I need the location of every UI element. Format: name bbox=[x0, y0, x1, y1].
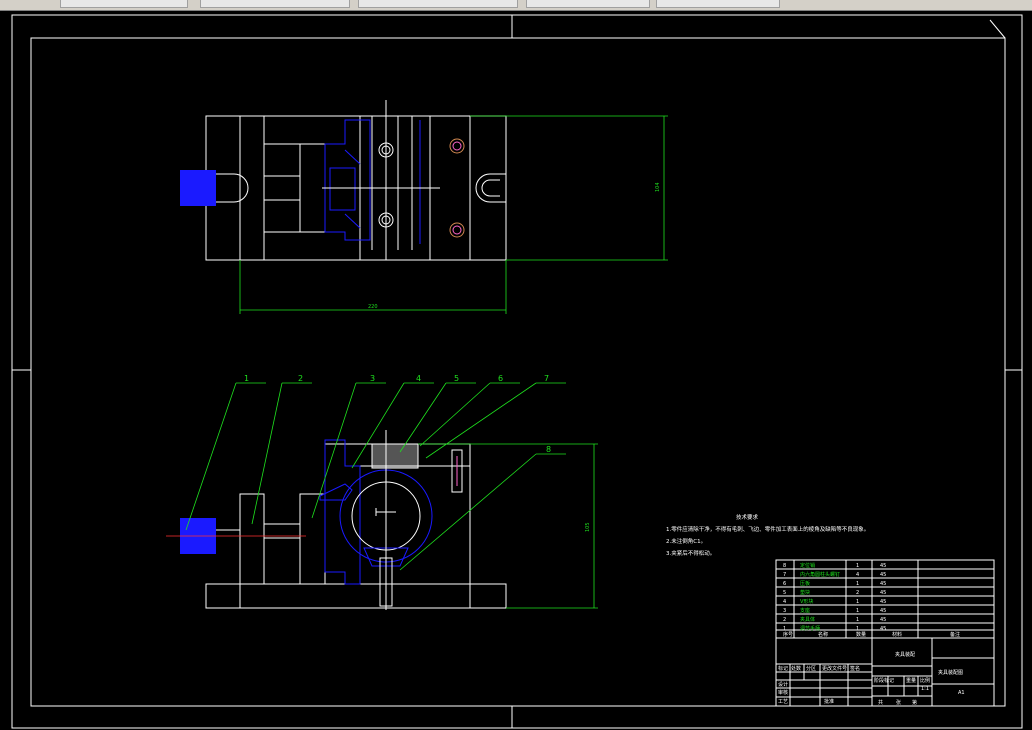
svg-text:第: 第 bbox=[912, 699, 917, 706]
balloon-5: 5 bbox=[454, 374, 459, 383]
bom-cell: 45 bbox=[880, 581, 886, 587]
bom-cell: 1 bbox=[856, 608, 859, 614]
svg-text:工艺: 工艺 bbox=[778, 699, 788, 705]
bom-header-cell: 数量 bbox=[856, 631, 866, 638]
balloon-3: 3 bbox=[370, 374, 375, 383]
bom-cell: 45 bbox=[880, 608, 886, 614]
bom-header-cell: 材料 bbox=[892, 631, 902, 638]
bom-cell: V形块 bbox=[800, 598, 813, 605]
bom-cell: 压板 bbox=[800, 580, 810, 587]
bom-cell: 4 bbox=[856, 572, 859, 578]
sheet-size: A1 bbox=[958, 690, 965, 696]
bom-cell: 45 bbox=[880, 617, 886, 623]
bom-cell: 2 bbox=[783, 617, 786, 623]
svg-text:审核: 审核 bbox=[778, 689, 788, 696]
balloon-7: 7 bbox=[544, 374, 549, 383]
outer-frame bbox=[11, 14, 1023, 729]
balloon-4: 4 bbox=[416, 374, 421, 383]
svg-text:批准: 批准 bbox=[824, 698, 834, 705]
svg-text:2.未注倒角C1。: 2.未注倒角C1。 bbox=[666, 537, 706, 545]
svg-text:设计: 设计 bbox=[778, 681, 788, 688]
bom-cell: 4 bbox=[783, 599, 786, 605]
bom-cell: 定位销 bbox=[800, 562, 815, 569]
svg-text:更改文件号: 更改文件号 bbox=[822, 665, 847, 672]
tab-3[interactable] bbox=[358, 0, 518, 8]
svg-text:分区: 分区 bbox=[806, 665, 816, 672]
svg-text:标记: 标记 bbox=[778, 665, 788, 672]
tab-2[interactable] bbox=[200, 0, 350, 8]
bom-cell: 45 bbox=[880, 590, 886, 596]
cad-drawing-canvas[interactable]: 220 104 105 1 2 3 4 5 6 7 8 技术要求 1.零件应清除… bbox=[0, 10, 1032, 730]
front-view bbox=[166, 382, 598, 610]
bom-cell: 1 bbox=[856, 599, 859, 605]
corner-mark bbox=[989, 19, 1006, 39]
bom-cell: 调节手柄 bbox=[800, 625, 820, 632]
dim-height: 104 bbox=[655, 182, 661, 192]
dim-width: 220 bbox=[368, 304, 378, 310]
dim-front-height: 105 bbox=[585, 522, 591, 532]
svg-text:重量: 重量 bbox=[906, 677, 916, 684]
bom-cell: 3 bbox=[783, 608, 786, 614]
tab-4[interactable] bbox=[526, 0, 650, 8]
svg-text:阶段标记: 阶段标记 bbox=[874, 677, 894, 684]
bom-cell: 6 bbox=[783, 581, 786, 587]
svg-text:1.零件应清除干净，不得有毛刺、飞边、零件加工表面上的棱角及: 1.零件应清除干净，不得有毛刺、飞边、零件加工表面上的棱角及缺陷等不良现象。 bbox=[666, 525, 869, 533]
balloon-1: 1 bbox=[244, 374, 249, 383]
bom-cell: 45 bbox=[880, 599, 886, 605]
bom-header-cell: 备注 bbox=[950, 631, 960, 638]
svg-text:3.夹紧后不得松动。: 3.夹紧后不得松动。 bbox=[666, 549, 715, 557]
svg-text:张: 张 bbox=[896, 699, 901, 706]
handle-knob-icon bbox=[180, 170, 216, 206]
inner-frame bbox=[30, 37, 1006, 707]
bom-cell: 1 bbox=[856, 581, 859, 587]
technical-notes: 技术要求 1.零件应清除干净，不得有毛刺、飞边、零件加工表面上的棱角及缺陷等不良… bbox=[666, 513, 869, 557]
bom-cell: 内六角圆柱头螺钉 bbox=[800, 571, 840, 578]
svg-text:处数: 处数 bbox=[791, 665, 801, 672]
tab-5[interactable] bbox=[656, 0, 780, 8]
part-name: 夹具装配图 bbox=[938, 669, 963, 676]
bom-cell: 45 bbox=[880, 572, 886, 578]
svg-text:技术要求: 技术要求 bbox=[736, 513, 759, 521]
balloon-6: 6 bbox=[498, 374, 503, 383]
bom-cell: 5 bbox=[783, 590, 786, 596]
tab-1[interactable] bbox=[60, 0, 188, 8]
balloon-2: 2 bbox=[298, 374, 303, 383]
bom-cell: 夹具体 bbox=[800, 616, 815, 623]
balloon-8: 8 bbox=[546, 445, 551, 454]
bom-cell: 1 bbox=[856, 617, 859, 623]
bom-cell: 垫块 bbox=[800, 589, 810, 596]
bom-cell: 8 bbox=[783, 563, 786, 569]
bom-cell: 支座 bbox=[800, 607, 810, 614]
bom-cell: 1 bbox=[856, 563, 859, 569]
top-view bbox=[180, 100, 668, 314]
svg-text:签名: 签名 bbox=[850, 665, 860, 672]
drawing-name: 夹具装配 bbox=[895, 651, 915, 658]
svg-text:共: 共 bbox=[878, 699, 883, 706]
bom-cell: 7 bbox=[783, 572, 786, 578]
scale: 1:1 bbox=[921, 686, 929, 692]
bom-header-cell: 名称 bbox=[818, 631, 828, 638]
svg-text:比例: 比例 bbox=[920, 677, 930, 684]
bom-header-cell: 序号 bbox=[783, 631, 793, 638]
bom-cell: 2 bbox=[856, 590, 859, 596]
bom-cell: 45 bbox=[880, 563, 886, 569]
bom-cell: 45 bbox=[880, 626, 886, 632]
